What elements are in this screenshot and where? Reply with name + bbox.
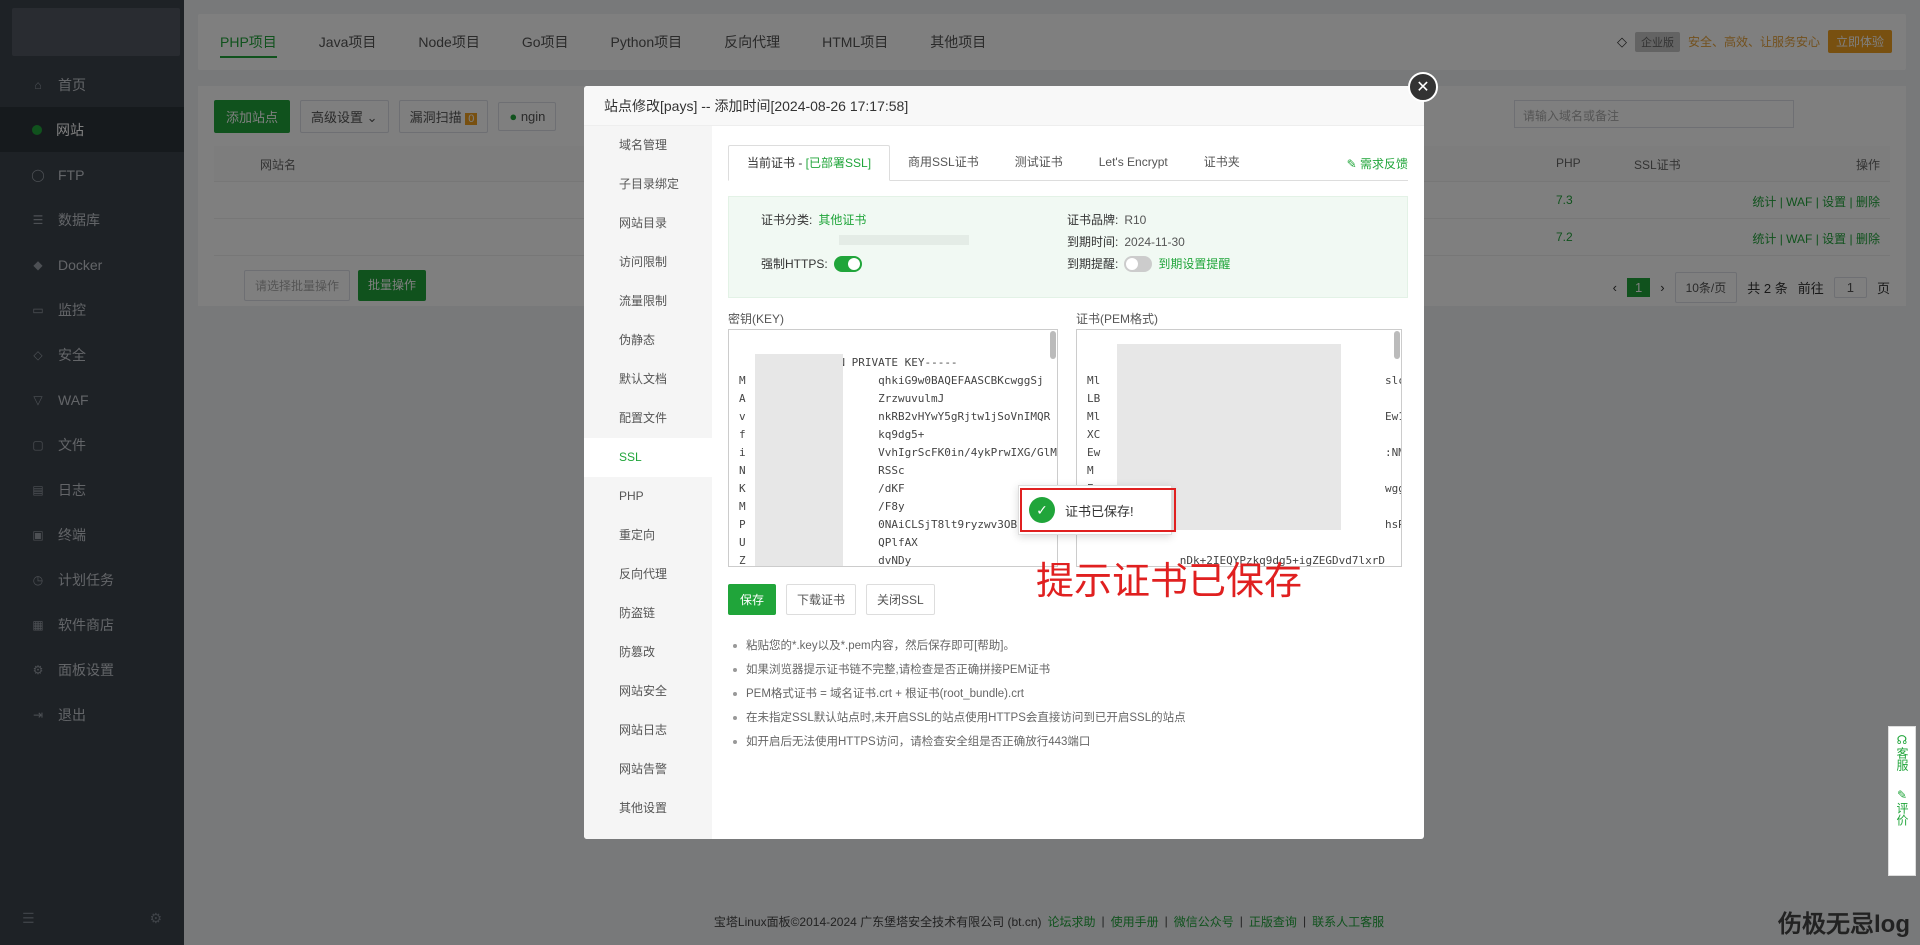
nav-traffic-limit[interactable]: 流量限制 — [584, 282, 712, 321]
nav-tamper[interactable]: 防篡改 — [584, 633, 712, 672]
nav-hotlink[interactable]: 防盗链 — [584, 594, 712, 633]
ssl-tips: 粘贴您的*.key以及*.pem内容，然后保存即可[帮助]。 如果浏览器提示证书… — [728, 634, 1186, 754]
modal-title: 站点修改[pays] -- 添加时间[2024-08-26 17:17:58] — [584, 86, 1424, 126]
force-https: 强制HTTPS: — [761, 255, 862, 272]
nav-site-dir[interactable]: 网站目录 — [584, 204, 712, 243]
nav-redirect[interactable]: 重定向 — [584, 516, 712, 555]
highlight-box — [1020, 488, 1176, 532]
expire-remind-link[interactable]: 到期设置提醒 — [1158, 255, 1230, 272]
ssl-panel: 当前证书 - [已部署SSL] 商用SSL证书 测试证书 Let's Encry… — [728, 126, 1408, 839]
tip-item: 粘贴您的*.key以及*.pem内容，然后保存即可[帮助]。 — [728, 634, 1186, 658]
nav-domain[interactable]: 域名管理 — [584, 126, 712, 165]
cert-type-value: 其他证书 — [818, 213, 867, 227]
force-https-toggle[interactable] — [833, 255, 862, 272]
nav-subdir[interactable]: 子目录绑定 — [584, 165, 712, 204]
tip-item: 如开启后无法使用HTTPS访问，请检查安全组是否正确放行443端口 — [728, 730, 1186, 754]
key-scrollbar[interactable] — [1050, 331, 1056, 359]
nav-site-log[interactable]: 网站日志 — [584, 711, 712, 750]
site-edit-modal: 站点修改[pays] -- 添加时间[2024-08-26 17:17:58] … — [584, 72, 1438, 839]
redacted-key — [755, 354, 843, 566]
nav-default-doc[interactable]: 默认文档 — [584, 360, 712, 399]
tab-lets-encrypt[interactable]: Let's Encrypt — [1081, 145, 1186, 181]
nav-rewrite[interactable]: 伪静态 — [584, 321, 712, 360]
tab-current-cert[interactable]: 当前证书 - [已部署SSL] — [728, 145, 891, 181]
ssl-actions: 保存 下载证书 关闭SSL — [728, 584, 935, 615]
cert-expire-value: 2024-11-30 — [1124, 234, 1185, 249]
nav-access-limit[interactable]: 访问限制 — [584, 243, 712, 282]
close-ssl-button[interactable]: 关闭SSL — [866, 584, 935, 615]
headset-icon: ☊ — [1896, 733, 1908, 747]
ssl-deployed-status: [已部署SSL] — [805, 156, 872, 170]
key-label: 密钥(KEY) — [728, 312, 785, 326]
cert-remind: 到期提醒: 到期设置提醒 — [1067, 255, 1231, 272]
watermark-text: 伤极无忌log — [1778, 911, 1910, 938]
pem-label: 证书(PEM格式) — [1076, 312, 1158, 326]
nav-site-alert[interactable]: 网站告警 — [584, 750, 712, 789]
cert-brand: 证书品牌: R10 — [1067, 212, 1147, 228]
cert-expire: 到期时间: 2024-11-30 — [1067, 234, 1185, 250]
cert-brand-value: R10 — [1124, 212, 1147, 227]
nav-ssl[interactable]: SSL — [584, 438, 712, 477]
modal-nav: 域名管理 子目录绑定 网站目录 访问限制 流量限制 伪静态 默认文档 配置文件 … — [584, 126, 712, 839]
nav-other-settings[interactable]: 其他设置 — [584, 789, 712, 828]
tab-commercial-ssl[interactable]: 商用SSL证书 — [890, 145, 997, 181]
side-float-bar: ☊ 客服 ✎ 评价 — [1888, 726, 1916, 876]
key-textarea[interactable]: -----BEGIN PRIVATE KEY----- M qhkiG9w0BA… — [728, 329, 1058, 567]
download-cert-button[interactable]: 下载证书 — [786, 584, 857, 615]
tip-item: PEM格式证书 = 域名证书.crt + 根证书(root_bundle).cr… — [728, 682, 1186, 706]
expire-remind-toggle[interactable] — [1124, 255, 1153, 272]
feedback-link[interactable]: ✎ 需求反馈 — [1347, 155, 1408, 172]
tip-item: 在未指定SSL默认站点时,未开启SSL的站点使用HTTPS会直接访问到已开启SS… — [728, 706, 1186, 730]
pem-scrollbar[interactable] — [1394, 331, 1400, 359]
nav-reverse-proxy[interactable]: 反向代理 — [584, 555, 712, 594]
save-button[interactable]: 保存 — [728, 584, 777, 615]
redacted-domain — [839, 235, 969, 245]
edit-icon: ✎ — [1896, 788, 1908, 802]
cert-info-box: 证书分类: 其他证书 强制HTTPS: 证书品牌: R10 到期时间: 2024… — [728, 196, 1408, 298]
tab-cert-folder[interactable]: 证书夹 — [1186, 145, 1258, 181]
cert-type: 证书分类: 其他证书 — [761, 213, 867, 227]
tip-item: 如果浏览器提示证书链不完整,请检查是否正确拼接PEM证书 — [728, 658, 1186, 682]
nav-php[interactable]: PHP — [584, 477, 712, 516]
nav-config[interactable]: 配置文件 — [584, 399, 712, 438]
rate-button[interactable]: ✎ 评价 — [1889, 788, 1915, 829]
nav-site-security[interactable]: 网站安全 — [584, 672, 712, 711]
close-icon[interactable]: ✕ — [1408, 72, 1438, 102]
service-button[interactable]: ☊ 客服 — [1889, 733, 1915, 774]
ssl-tabs: 当前证书 - [已部署SSL] 商用SSL证书 测试证书 Let's Encry… — [728, 145, 1408, 181]
annotation-text: 提示证书已保存 — [1036, 559, 1303, 603]
feedback-icon: ✎ — [1346, 157, 1357, 171]
tab-test-cert[interactable]: 测试证书 — [997, 145, 1081, 181]
